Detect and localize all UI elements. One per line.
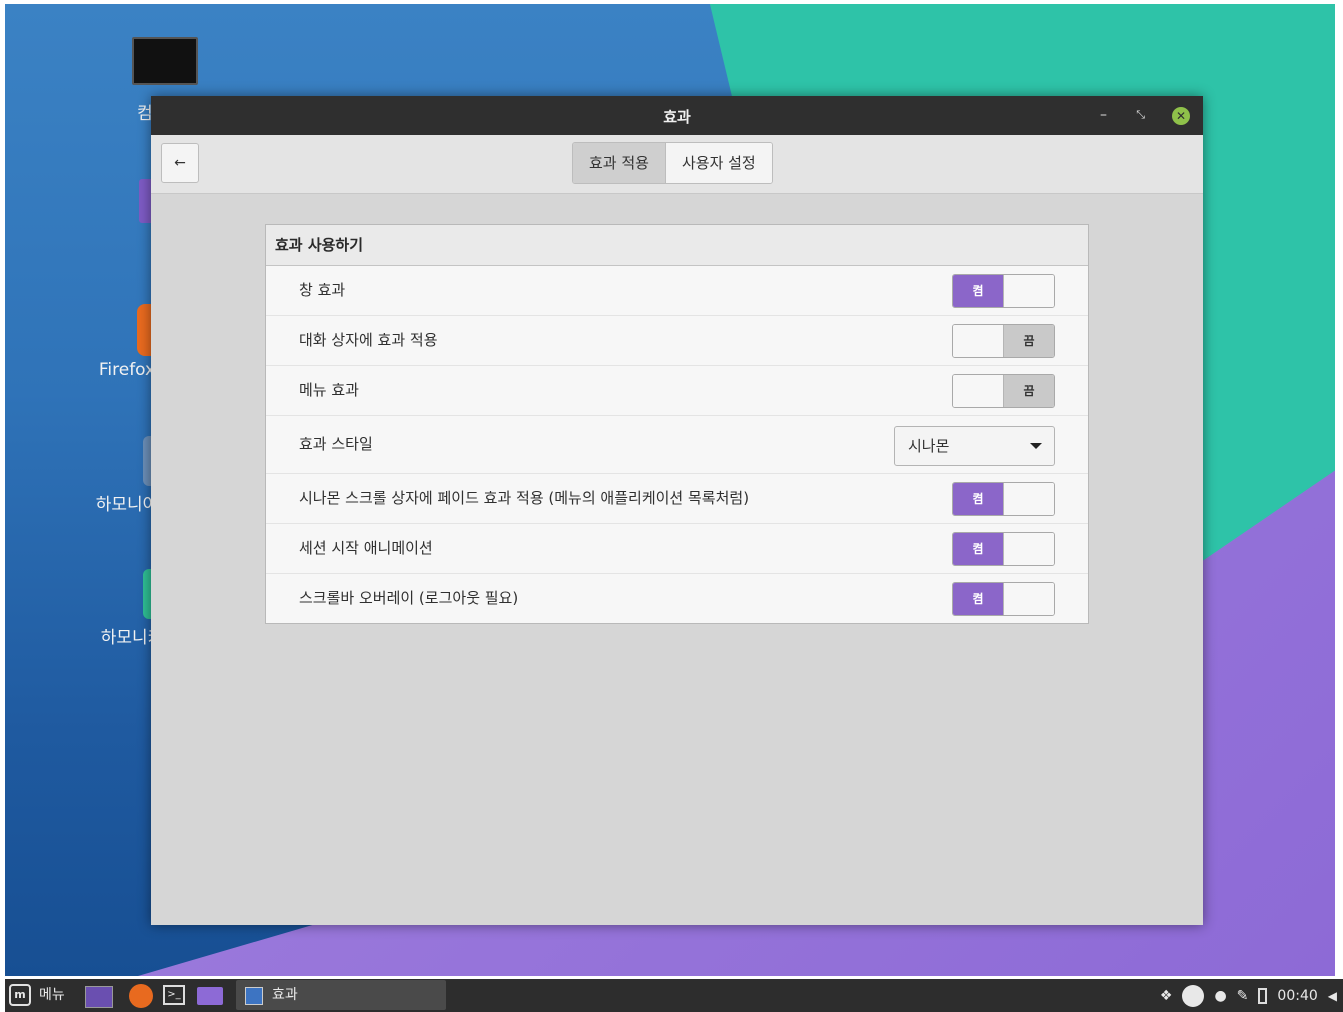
effects-window: 효과 – ⤡ ✕ ← 효과 적용 사용자 설정 효과 사용하기 창 효과 켬 대…: [151, 96, 1203, 925]
pen-icon[interactable]: ✎: [1237, 988, 1249, 1004]
taskbar-window-button[interactable]: 효과: [236, 980, 446, 1010]
window-effects-switch[interactable]: 켬: [952, 274, 1055, 308]
switch-knob: [1003, 275, 1054, 307]
battery-icon[interactable]: [1258, 987, 1268, 1004]
session-animation-switch[interactable]: 켬: [952, 532, 1055, 566]
switch-on-label: 켬: [953, 583, 1003, 615]
switch-on-label: 켬: [953, 533, 1003, 565]
effect-style-dropdown[interactable]: 시나몬: [894, 426, 1055, 466]
arrow-left-icon: ←: [174, 155, 186, 171]
terminal-icon[interactable]: >_: [163, 985, 185, 1005]
setting-row-session-animation: 세션 시작 애니메이션 켬: [266, 524, 1088, 574]
user-icon[interactable]: ●: [1214, 988, 1226, 1004]
scrollbar-overlay-switch[interactable]: 켬: [952, 582, 1055, 616]
mint-logo-icon[interactable]: m: [9, 984, 31, 1006]
toolbar: ← 효과 적용 사용자 설정: [151, 135, 1203, 194]
switch-off-label: 끔: [1004, 325, 1054, 357]
tab-customize[interactable]: 사용자 설정: [664, 143, 772, 183]
window-title: 효과: [663, 108, 691, 126]
titlebar[interactable]: 효과 – ⤡ ✕: [151, 96, 1203, 135]
setting-label: 효과 스타일: [299, 435, 373, 453]
window-app-icon: [245, 987, 263, 1005]
dialog-effects-switch[interactable]: 끔: [952, 324, 1055, 358]
section-title: 효과 사용하기: [266, 225, 1088, 266]
dropdown-value: 시나몬: [908, 437, 950, 455]
setting-row-menu-effects: 메뉴 효과 끔: [266, 366, 1088, 416]
taskbar-window-label: 효과: [272, 987, 298, 1003]
show-desktop-icon[interactable]: [85, 986, 113, 1008]
folder-icon[interactable]: [197, 987, 223, 1005]
minimize-button[interactable]: –: [1100, 107, 1107, 123]
system-tray: ❖ ● ✎ 00:40 ◀: [1160, 979, 1343, 1012]
switch-on-label: 켬: [953, 275, 1003, 307]
clock[interactable]: 00:40: [1277, 988, 1317, 1004]
setting-row-window-effects: 창 효과 켬: [266, 266, 1088, 316]
switch-knob: [1003, 583, 1054, 615]
restore-button[interactable]: ⤡: [1136, 107, 1145, 123]
settings-section: 효과 사용하기 창 효과 켬 대화 상자에 효과 적용 끔 메뉴 효과 끔 효과…: [265, 224, 1089, 624]
back-button[interactable]: ←: [161, 143, 199, 183]
desktop-icon-computer[interactable]: 컴: [125, 37, 205, 124]
setting-label: 세션 시작 애니메이션: [299, 539, 433, 557]
dropbox-icon[interactable]: ❖: [1160, 988, 1173, 1004]
close-button[interactable]: ✕: [1172, 107, 1190, 125]
bottom-panel: m 메뉴 >_ 효과 ❖ ● ✎ 00:40 ◀: [5, 979, 1343, 1012]
switch-knob: [1003, 483, 1054, 515]
monitor-icon: [132, 37, 198, 85]
switch-knob: [953, 325, 1004, 357]
menu-button[interactable]: 메뉴: [39, 979, 65, 1012]
scroll-fade-switch[interactable]: 켬: [952, 482, 1055, 516]
tab-apply-effects[interactable]: 효과 적용: [573, 143, 665, 183]
switch-knob: [953, 375, 1004, 407]
switch-knob: [1003, 533, 1054, 565]
setting-row-dialog-effects: 대화 상자에 효과 적용 끔: [266, 316, 1088, 366]
stack-switcher: 효과 적용 사용자 설정: [572, 142, 773, 184]
chevron-down-icon: [1030, 443, 1042, 449]
switch-off-label: 끔: [1004, 375, 1054, 407]
setting-label: 대화 상자에 효과 적용: [299, 331, 438, 349]
setting-row-scrollbar-overlay: 스크롤바 오버레이 (로그아웃 필요) 켬: [266, 574, 1088, 623]
status-circle-icon[interactable]: [1182, 984, 1205, 1007]
volume-icon[interactable]: ◀: [1328, 989, 1337, 1003]
firefox-icon[interactable]: [129, 984, 153, 1008]
desktop-icon-label: 하모니아: [95, 495, 159, 515]
setting-label: 창 효과: [299, 281, 346, 299]
switch-on-label: 켬: [953, 483, 1003, 515]
setting-row-effect-style: 효과 스타일 시나몬: [266, 416, 1088, 474]
setting-label: 시나몬 스크롤 상자에 페이드 효과 적용 (메뉴의 애플리케이션 목록처럼): [299, 489, 750, 507]
setting-row-scroll-fade: 시나몬 스크롤 상자에 페이드 효과 적용 (메뉴의 애플리케이션 목록처럼) …: [266, 474, 1088, 524]
menu-effects-switch[interactable]: 끔: [952, 374, 1055, 408]
desktop-icon-label: Firefox: [98, 360, 156, 380]
setting-label: 스크롤바 오버레이 (로그아웃 필요): [299, 589, 519, 607]
setting-label: 메뉴 효과: [299, 381, 359, 399]
